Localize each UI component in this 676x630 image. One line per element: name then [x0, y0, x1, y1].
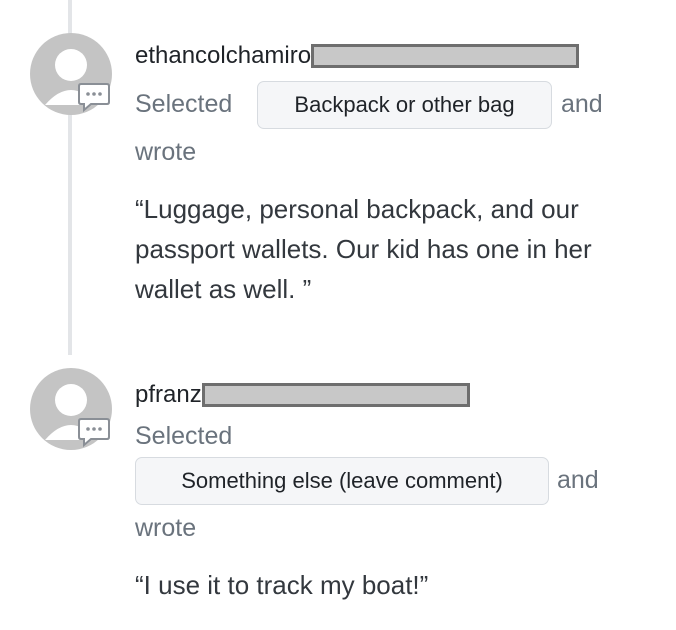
comment-icon — [78, 418, 110, 447]
comment-quote: “I use it to track my boat!” — [135, 570, 429, 600]
and-label: and — [561, 90, 603, 118]
comment-entry: ethancolchamiro Selected Backpack or oth… — [0, 0, 676, 340]
comment-quote: “Luggage, personal backpack, and our pas… — [135, 194, 592, 304]
redaction-bar — [311, 44, 580, 68]
username-row: ethancolchamiro — [135, 38, 580, 74]
wrote-label: wrote — [135, 138, 197, 166]
comment-entry: pfranz Selected Something else (leave co… — [0, 360, 676, 630]
comment-icon — [78, 83, 110, 112]
redaction-bar — [201, 383, 470, 407]
username[interactable]: pfranz — [135, 381, 202, 409]
username[interactable]: ethancolchamiro — [135, 42, 311, 70]
selected-label: Selected — [135, 422, 233, 450]
choice-badge: Backpack or other bag — [257, 81, 552, 129]
and-label: and — [557, 466, 599, 494]
wrote-label: wrote — [135, 514, 197, 542]
selected-label: Selected — [135, 90, 233, 118]
username-row: pfranz — [135, 377, 470, 413]
choice-badge: Something else (leave comment) — [135, 457, 549, 505]
